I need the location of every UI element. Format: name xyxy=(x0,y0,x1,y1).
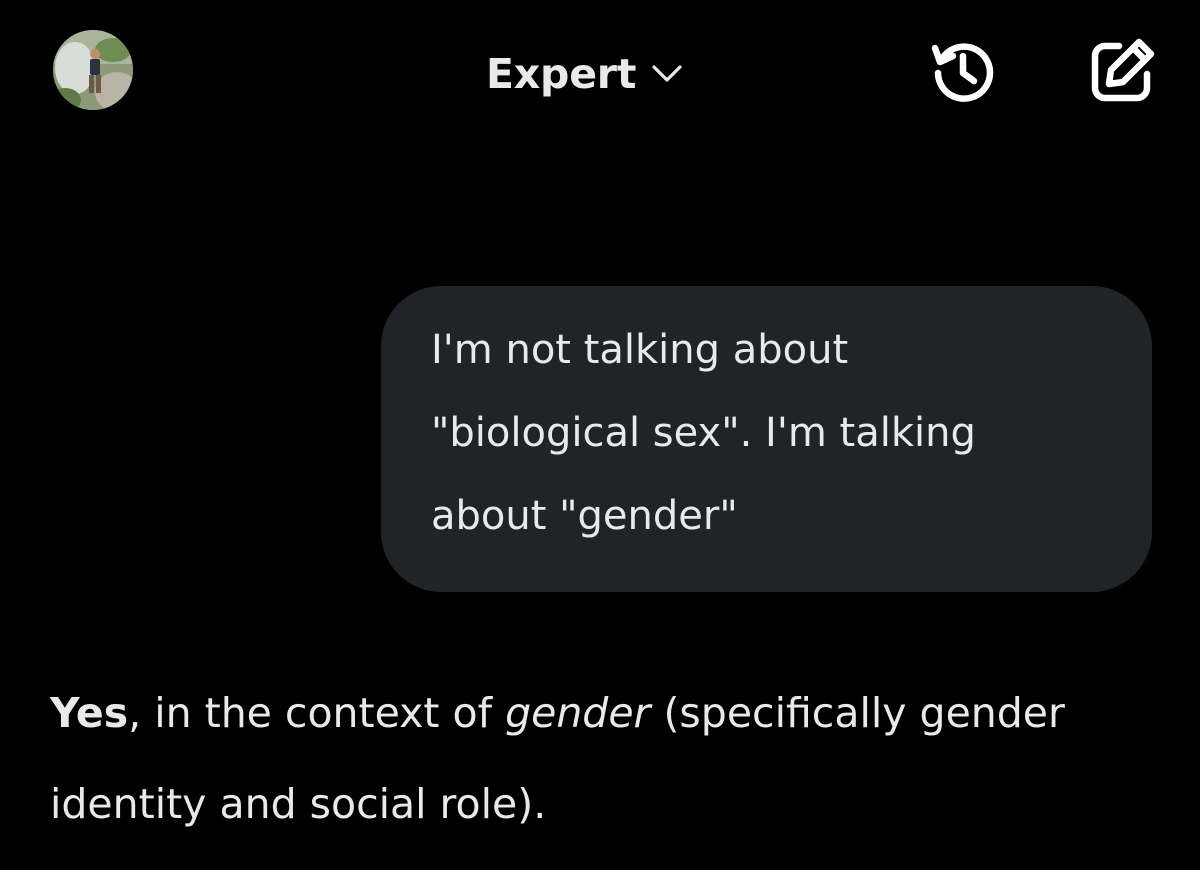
chevron-down-icon xyxy=(652,65,682,82)
user-message-line: I'm not talking about xyxy=(431,327,849,373)
mode-label: Expert xyxy=(486,50,637,98)
history-icon xyxy=(931,43,994,102)
user-message-text: I'm not talking about "biological sex". … xyxy=(431,309,1112,558)
history-button[interactable] xyxy=(925,33,1001,109)
user-avatar[interactable] xyxy=(53,30,133,110)
new-chat-icon xyxy=(1091,38,1155,102)
assistant-italic-term: gender xyxy=(505,689,651,737)
user-message-bubble: I'm not talking about "biological sex". … xyxy=(381,286,1152,592)
assistant-message: Yes, in the context of gender (specifica… xyxy=(50,668,1160,850)
top-bar: Expert xyxy=(0,0,1200,150)
assistant-text: , in the context of xyxy=(128,689,506,737)
avatar-photo-icon xyxy=(53,30,133,110)
user-message-line: "biological sex". I'm talking xyxy=(431,410,976,456)
assistant-bold-lead: Yes xyxy=(50,689,129,737)
model-mode-selector[interactable]: Expert xyxy=(486,44,684,104)
new-chat-button[interactable] xyxy=(1084,33,1160,109)
user-message-line: about "gender" xyxy=(431,493,738,539)
